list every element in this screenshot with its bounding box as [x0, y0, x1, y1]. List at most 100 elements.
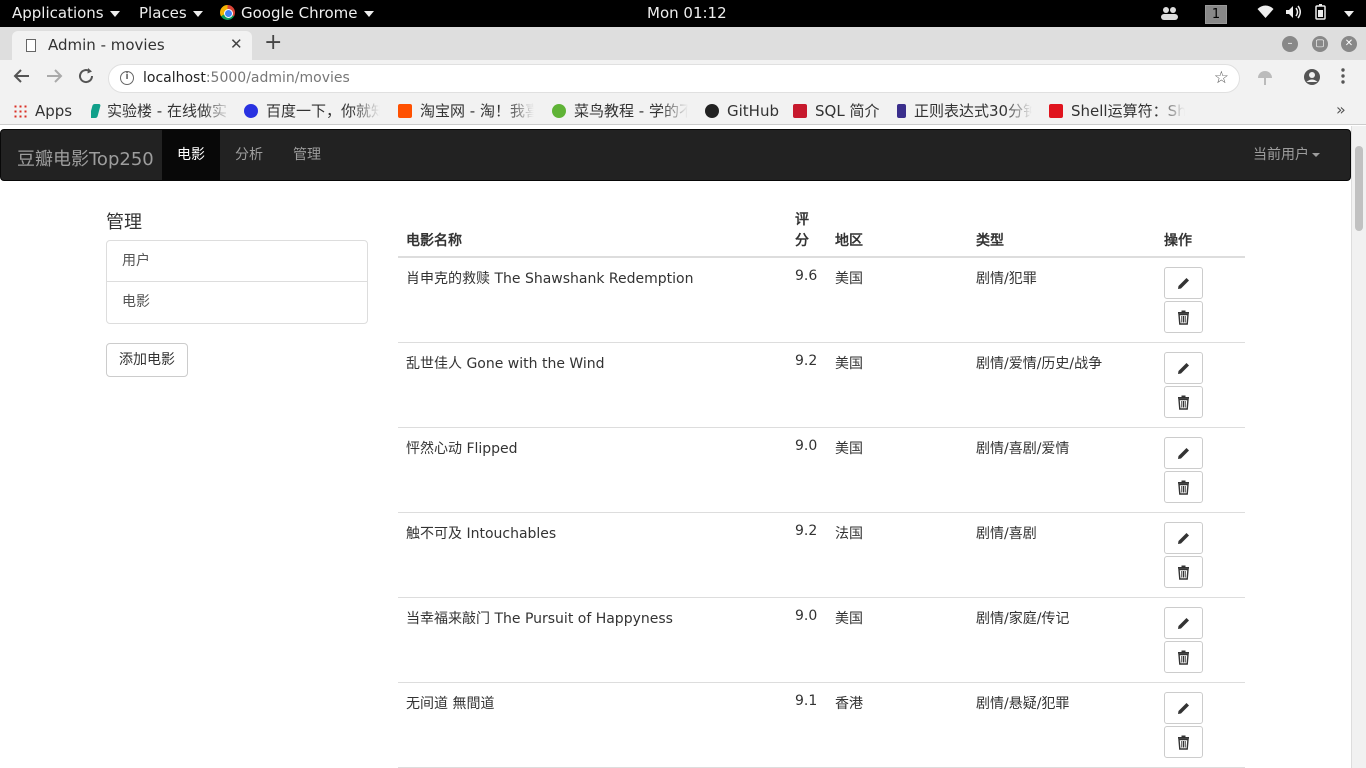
- battery-icon[interactable]: [1314, 0, 1330, 27]
- volume-icon[interactable]: [1285, 0, 1303, 27]
- minimize-window-icon[interactable]: –: [1282, 36, 1298, 52]
- system-menu-arrow[interactable]: [1338, 0, 1354, 27]
- edit-button[interactable]: [1164, 692, 1203, 724]
- address-bar[interactable]: i localhost:5000/admin/movies ☆: [108, 64, 1240, 93]
- url-host: localhost: [143, 70, 206, 86]
- info-icon[interactable]: i: [120, 71, 134, 85]
- close-tab-icon[interactable]: ✕: [230, 35, 243, 53]
- movie-genre: 剧情/爱情/历史/战争: [976, 356, 1103, 372]
- movie-rating: 9.0: [795, 438, 818, 454]
- url-path: :5000/admin/movies: [205, 70, 350, 86]
- apps-grid-icon: [13, 104, 27, 118]
- wifi-icon[interactable]: [1257, 0, 1274, 27]
- page-viewport: 豆瓣电影Top250 电影 分析 管理 当前用户 管理 用户 电影 添加电影 电…: [0, 126, 1366, 768]
- table-row: 当幸福来敲门 The Pursuit of Happyness 9.0 美国 剧…: [398, 598, 1245, 683]
- more-menu-icon[interactable]: [1341, 68, 1345, 89]
- add-movie-button[interactable]: 添加电影: [106, 343, 188, 377]
- delete-button[interactable]: [1164, 556, 1203, 588]
- bookmark-taobao[interactable]: 淘宝网 - 淘！我喜: [398, 101, 534, 121]
- bookmark-shell[interactable]: Shell运算符：Sh: [1049, 101, 1185, 121]
- delete-button[interactable]: [1164, 641, 1203, 673]
- bookmark-star-icon[interactable]: ☆: [1214, 68, 1229, 88]
- nav-analysis[interactable]: 分析: [220, 130, 278, 180]
- reload-icon[interactable]: [77, 67, 95, 90]
- movie-rating: 9.2: [795, 353, 818, 369]
- trash-icon: [1178, 565, 1189, 580]
- movie-genre: 剧情/犯罪: [976, 271, 1037, 287]
- delete-button[interactable]: [1164, 471, 1203, 503]
- workspace-indicator[interactable]: 1: [1205, 0, 1227, 27]
- nav-movies[interactable]: 电影: [162, 130, 220, 180]
- edit-button[interactable]: [1164, 352, 1203, 384]
- pencil-icon: [1178, 363, 1189, 374]
- brand-link[interactable]: 豆瓣电影Top250: [17, 145, 154, 171]
- movie-region: 美国: [835, 271, 863, 287]
- bookmark-sql[interactable]: SQL 简介: [793, 101, 879, 121]
- bookmark-apps[interactable]: Apps: [13, 101, 72, 121]
- delete-button[interactable]: [1164, 301, 1203, 333]
- chevron-down-icon: [1344, 10, 1354, 17]
- movie-region: 法国: [835, 526, 863, 542]
- document-icon: [26, 39, 36, 52]
- pencil-icon: [1178, 278, 1189, 289]
- table-header: 电影名称 评 分 地区 类型 操作: [398, 206, 1245, 258]
- active-app-menu[interactable]: Google Chrome: [220, 0, 374, 27]
- edit-button[interactable]: [1164, 267, 1203, 299]
- places-menu[interactable]: Places: [139, 0, 203, 27]
- browser-tab[interactable]: Admin - movies ✕: [12, 31, 252, 60]
- tab-strip: Admin - movies ✕ + – ▢ ✕: [0, 27, 1366, 60]
- csdn-icon: [1049, 104, 1063, 118]
- user-menu[interactable]: 当前用户: [1253, 130, 1320, 180]
- bookmark-runoob[interactable]: 菜鸟教程 - 学的不: [552, 101, 688, 121]
- bookmark-regex[interactable]: 正则表达式30分钟: [897, 101, 1032, 121]
- runoob-icon: [552, 104, 566, 118]
- movie-region: 香港: [835, 696, 863, 712]
- trash-icon: [1178, 395, 1189, 410]
- table-row: 怦然心动 Flipped 9.0 美国 剧情/喜剧/爱情: [398, 428, 1245, 513]
- bookmark-github[interactable]: GitHub: [705, 101, 779, 121]
- back-arrow-icon[interactable]: [13, 67, 31, 90]
- movie-name: 触不可及 Intouchables: [406, 526, 557, 542]
- delete-button[interactable]: [1164, 386, 1203, 418]
- sidebar-item-users[interactable]: 用户: [107, 241, 367, 282]
- movie-name: 当幸福来敲门 The Pursuit of Happyness: [406, 611, 673, 627]
- movie-genre: 剧情/家庭/传记: [976, 611, 1070, 627]
- baidu-paw-icon: [244, 104, 258, 118]
- page-scrollbar[interactable]: [1351, 126, 1366, 768]
- table-row: 触不可及 Intouchables 9.2 法国 剧情/喜剧: [398, 513, 1245, 598]
- nav-admin[interactable]: 管理: [278, 130, 336, 180]
- profile-icon[interactable]: [1303, 68, 1321, 91]
- movie-region: 美国: [835, 441, 863, 457]
- clock[interactable]: Mon 01:12: [647, 0, 727, 27]
- close-window-icon[interactable]: ✕: [1341, 36, 1357, 52]
- movie-genre: 剧情/喜剧: [976, 526, 1037, 542]
- edit-button[interactable]: [1164, 437, 1203, 469]
- scrollbar-thumb[interactable]: [1355, 146, 1363, 231]
- header-region: 地区: [835, 233, 863, 249]
- sidebar-item-movies[interactable]: 电影: [107, 282, 367, 323]
- w3school-icon: [793, 104, 807, 118]
- people-icon[interactable]: [1160, 0, 1180, 27]
- forward-arrow-icon[interactable]: [45, 67, 63, 90]
- movie-region: 美国: [835, 356, 863, 372]
- bookmark-shiyanlou[interactable]: 实验楼 - 在线做实: [91, 101, 231, 121]
- delete-button[interactable]: [1164, 726, 1203, 758]
- edit-button[interactable]: [1164, 522, 1203, 554]
- maximize-window-icon[interactable]: ▢: [1312, 36, 1328, 52]
- applications-menu[interactable]: Applications: [12, 0, 120, 27]
- chevron-down-icon: [363, 10, 374, 17]
- bookmark-baidu[interactable]: 百度一下，你就知: [244, 101, 380, 121]
- regex-icon: [897, 104, 906, 118]
- taobao-icon: [398, 104, 412, 118]
- movie-name: 怦然心动 Flipped: [406, 441, 518, 457]
- movie-name: 乱世佳人 Gone with the Wind: [406, 356, 605, 372]
- extension-icon[interactable]: [1256, 68, 1274, 91]
- edit-button[interactable]: [1164, 607, 1203, 639]
- shiyanlou-icon: [91, 104, 101, 118]
- movie-genre: 剧情/悬疑/犯罪: [976, 696, 1070, 712]
- new-tab-button[interactable]: +: [264, 30, 282, 55]
- bookmarks-overflow-icon[interactable]: »: [1336, 100, 1346, 120]
- movie-rating: 9.0: [795, 608, 818, 624]
- movie-rating: 9.2: [795, 523, 818, 539]
- movie-genre: 剧情/喜剧/爱情: [976, 441, 1070, 457]
